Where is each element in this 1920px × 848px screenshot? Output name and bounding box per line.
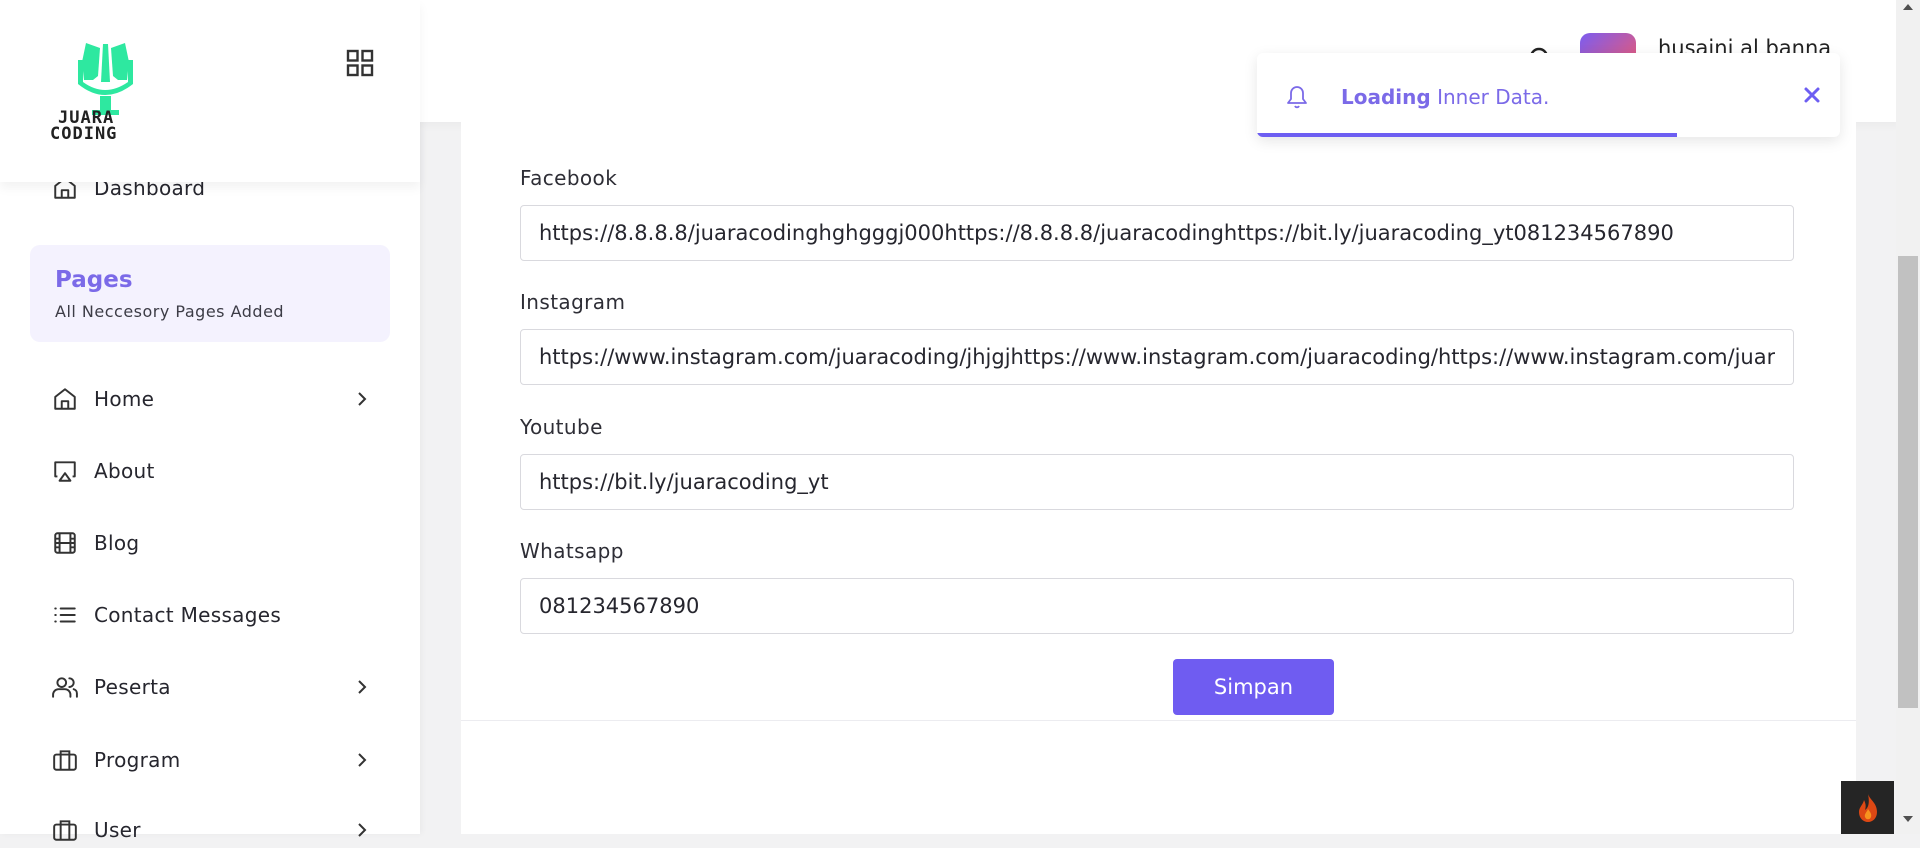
- sidebar-item-label: Home: [94, 387, 155, 411]
- card-footer-divider: [461, 720, 1856, 721]
- list-icon: [52, 602, 78, 628]
- scroll-up-arrow[interactable]: [1903, 4, 1913, 10]
- sidebar-item-contact-messages[interactable]: Contact Messages: [52, 600, 281, 630]
- logo-wordmark: JUARA CODING: [50, 110, 118, 144]
- scroll-down-arrow[interactable]: [1903, 816, 1913, 822]
- sidebar-item-label: About: [94, 459, 155, 483]
- chevron-right-icon[interactable]: [354, 391, 370, 407]
- sidebar-item-user[interactable]: User: [52, 815, 141, 845]
- pages-section-title: Pages: [55, 267, 133, 293]
- scrollbar-thumb[interactable]: [1898, 256, 1918, 708]
- briefcase-icon: [52, 747, 78, 773]
- airplay-icon: [52, 458, 78, 484]
- chevron-right-icon[interactable]: [354, 679, 370, 695]
- home-icon: [52, 386, 78, 412]
- debug-toolbar-toggle[interactable]: [1841, 781, 1894, 834]
- social-links-form-card: Facebook Instagram Youtube Whatsapp: [461, 122, 1856, 834]
- sidebar-item-label: Contact Messages: [94, 603, 282, 627]
- sidebar-item-label: User: [94, 818, 141, 842]
- sidebar-item-peserta[interactable]: Peserta: [52, 672, 171, 702]
- youtube-input[interactable]: [520, 454, 1794, 510]
- pages-section-subtitle: All Neccesory Pages Added: [55, 302, 285, 321]
- briefcase-icon: [52, 817, 78, 843]
- facebook-label: Facebook: [520, 166, 618, 190]
- facebook-input[interactable]: [520, 205, 1794, 261]
- sidebar-item-program[interactable]: Program: [52, 745, 181, 775]
- flame-icon: [1859, 794, 1877, 822]
- save-button[interactable]: Simpan: [1173, 659, 1334, 715]
- bell-icon: [1287, 86, 1307, 109]
- sidebar-item-about[interactable]: About: [52, 456, 155, 486]
- whatsapp-label: Whatsapp: [520, 539, 624, 563]
- logo-text-line2: CODING: [50, 124, 118, 144]
- pages-section-card: Pages All Neccesory Pages Added: [30, 245, 390, 342]
- sidebar-item-blog[interactable]: Blog: [52, 528, 139, 558]
- users-icon: [52, 674, 78, 700]
- whatsapp-input[interactable]: [520, 578, 1794, 634]
- sidebar-item-label: Peserta: [94, 675, 171, 699]
- sidebar-item-label: Program: [94, 748, 181, 772]
- toast-progress-bar: [1257, 133, 1677, 137]
- chevron-right-icon[interactable]: [354, 822, 370, 838]
- sidebar-item-home[interactable]: Home: [52, 384, 154, 414]
- sidebar-header: JUARA CODING: [0, 0, 420, 182]
- grid-menu-icon[interactable]: [346, 49, 374, 77]
- toast-message: Loading Inner Data.: [1341, 85, 1549, 109]
- sidebar: JUARA CODING Dashboard Pages All Necceso…: [0, 0, 420, 842]
- instagram-input[interactable]: [520, 329, 1794, 385]
- instagram-label: Instagram: [520, 290, 626, 314]
- toast-message-bold: Loading: [1341, 85, 1431, 109]
- chevron-right-icon[interactable]: [354, 752, 370, 768]
- toast-message-text: Inner Data.: [1430, 85, 1550, 109]
- sidebar-item-label: Blog: [94, 531, 140, 555]
- youtube-label: Youtube: [520, 415, 603, 439]
- loading-toast: Loading Inner Data.: [1257, 53, 1840, 137]
- film-icon: [52, 530, 78, 556]
- close-icon[interactable]: [1803, 86, 1821, 104]
